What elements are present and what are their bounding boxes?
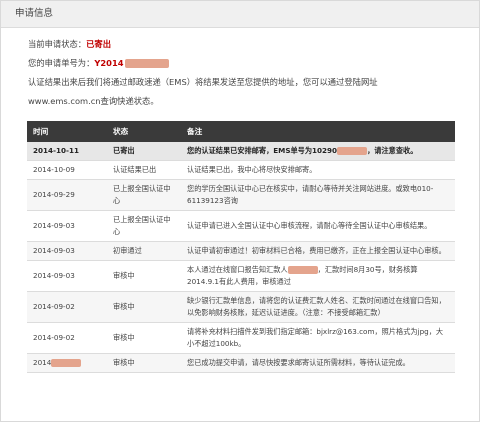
row-time: 2014-09-03 [27, 241, 107, 261]
row-status: 审核中 [107, 260, 181, 292]
redaction-mark [51, 359, 82, 367]
row-time-text: 2014-09-03 [33, 221, 75, 230]
row-note: 请将补充材料扫描件发到我们指定邮箱：bjxlrz@163.com，照片格式为jp… [181, 322, 455, 354]
order-line: 您的申请单号为：Y2014 [28, 54, 468, 73]
row-time-text: 2014-10-11 [33, 146, 79, 155]
row-note-text: 您已成功提交申请，请尽快按要求邮寄认证所需材料，等待认证完成。 [187, 358, 410, 367]
row-note-text-cont: ，请注意查收。 [367, 146, 418, 155]
row-status: 已上报全国认证中心 [107, 210, 181, 242]
row-note-text: 认证结果已出，我中心将尽快安排邮寄。 [187, 165, 317, 174]
column-header-status: 状态 [107, 121, 181, 142]
row-time-text: 2014-09-02 [33, 302, 75, 311]
row-note: 本人通过在线窗口报告知汇款人 ，汇款时间8月30号，财务核算2014.9.1有此人… [181, 260, 455, 292]
row-time-text: 2014-10-09 [33, 165, 75, 174]
row-note-text: 认证申请初审通过！初审材料已合格，费用已缴齐，正在上报全国认证中心审核。 [187, 246, 446, 255]
redaction-mark [287, 266, 318, 274]
row-note: 认证申请初审通过！初审材料已合格，费用已缴齐，正在上报全国认证中心审核。 [181, 241, 455, 261]
status-value: 已寄出 [86, 39, 111, 49]
status-label: 当前申请状态： [28, 39, 87, 49]
notice-line-1: 认证结果出来后我们将通过邮政速递（EMS）将结果发送至您提供的地址，您可以通过登… [28, 77, 378, 87]
row-time-text: 2014-09-03 [33, 246, 75, 255]
row-time: 2014-10-11 [27, 142, 107, 161]
row-time: 2014-10-09 [27, 160, 107, 180]
row-note-text: 您的认证结果已安排邮寄，EMS单号为10290 [187, 146, 338, 155]
table-header-row: 时间 状态 备注 [27, 121, 455, 142]
row-note: 您已成功提交申请，请尽快按要求邮寄认证所需材料，等待认证完成。 [181, 353, 455, 373]
status-history-table: 时间 状态 备注 2014-10-11 已寄出 您的认证结果已安排邮寄，EMS单号为… [27, 121, 455, 373]
order-label: 您的申请单号为： [28, 58, 95, 68]
row-time-text: 2014-09-02 [33, 333, 75, 342]
table-row: 2014-09-03 审核中 本人通过在线窗口报告知汇款人 ，汇款时间8月30号，财务… [27, 260, 455, 292]
application-summary: 当前申请状态：已寄出 您的申请单号为：Y2014 认证结果出来后我们将通过邮政速… [28, 35, 468, 111]
table-row: 2014-09-03 初审通过 认证申请初审通过！初审材料已合格，费用已缴齐，正在上… [27, 241, 455, 261]
row-time: 2014-09-29 [27, 179, 107, 211]
row-time: 2014-09-03 [27, 260, 107, 292]
row-status: 审核中 [107, 291, 181, 323]
table-row: 2014-09-29 已上报全国认证中心 您的学历全国认证中心已在核实中，请耐心等待… [27, 179, 455, 211]
status-line: 当前申请状态：已寄出 [28, 35, 468, 54]
row-status: 审核中 [107, 322, 181, 354]
table-row: 2014-09-03 已上报全国认证中心 认证申请已进入全国认证中心审核流程，请耐心… [27, 210, 455, 242]
table-row: 2014-09-02 审核中 请将补充材料扫描件发到我们指定邮箱：bjxlrz@16… [27, 322, 455, 354]
row-time: 2014-09-03 [27, 210, 107, 242]
notice-line-2: www.ems.com.cn查询快递状态。 [28, 96, 159, 106]
row-note-text: 您的学历全国认证中心已在核实中，请耐心等待并关注网站进度。或致电010-6113… [187, 184, 434, 205]
row-status: 已上报全国认证中心 [107, 179, 181, 211]
row-time-text: 2014-09-03 [33, 271, 75, 280]
column-header-note: 备注 [181, 121, 455, 142]
row-note: 认证申请已进入全国认证中心审核流程，请耐心等待全国认证中心审核结果。 [181, 210, 455, 242]
row-status: 审核中 [107, 353, 181, 373]
redaction-mark [337, 147, 368, 155]
row-note: 您的认证结果已安排邮寄，EMS单号为10290 ，请注意查收。 [181, 142, 455, 161]
row-status: 已寄出 [107, 142, 181, 161]
table-row: 2014-10-09 认证结果已出 认证结果已出，我中心将尽快安排邮寄。 [27, 160, 455, 180]
row-status: 认证结果已出 [107, 160, 181, 180]
table-row: 2014-09-02 审核中 缺少银行汇款单信息，请将您的认证费汇款人姓名、汇款时间… [27, 291, 455, 323]
table-row: 2014-10-11 已寄出 您的认证结果已安排邮寄，EMS单号为10290 ，请注意… [27, 142, 455, 161]
row-time: 2014-09-02 [27, 291, 107, 323]
row-time-text: 2014 [33, 358, 52, 367]
row-note: 认证结果已出，我中心将尽快安排邮寄。 [181, 160, 455, 180]
row-note-text: 本人通过在线窗口报告知汇款人 [187, 265, 288, 274]
row-time-text: 2014-09-29 [33, 190, 75, 199]
panel-title: 申请信息 [1, 1, 479, 28]
row-time: 2014 [27, 353, 107, 373]
row-note-text: 缺少银行汇款单信息，请将您的认证费汇款人姓名、汇款时间通过在线窗口告知，以免影响… [187, 296, 446, 317]
row-note: 缺少银行汇款单信息，请将您的认证费汇款人姓名、汇款时间通过在线窗口告知，以免影响… [181, 291, 455, 323]
application-info-panel: 申请信息 当前申请状态：已寄出 您的申请单号为：Y2014 认证结果出来后我们将… [0, 0, 480, 422]
row-note-text: 认证申请已进入全国认证中心审核流程，请耐心等待全国认证中心审核结果。 [187, 221, 432, 230]
row-status: 初审通过 [107, 241, 181, 261]
column-header-time: 时间 [27, 121, 107, 142]
row-note: 您的学历全国认证中心已在核实中，请耐心等待并关注网站进度。或致电010-6113… [181, 179, 455, 211]
redaction-mark [124, 59, 169, 68]
table-row: 2014 审核中 您已成功提交申请，请尽快按要求邮寄认证所需材料，等待认证完成。 [27, 353, 455, 373]
row-note-text: 请将补充材料扫描件发到我们指定邮箱：bjxlrz@163.com，照片格式为jp… [187, 327, 444, 348]
order-number: Y2014 [94, 58, 124, 68]
row-time: 2014-09-02 [27, 322, 107, 354]
